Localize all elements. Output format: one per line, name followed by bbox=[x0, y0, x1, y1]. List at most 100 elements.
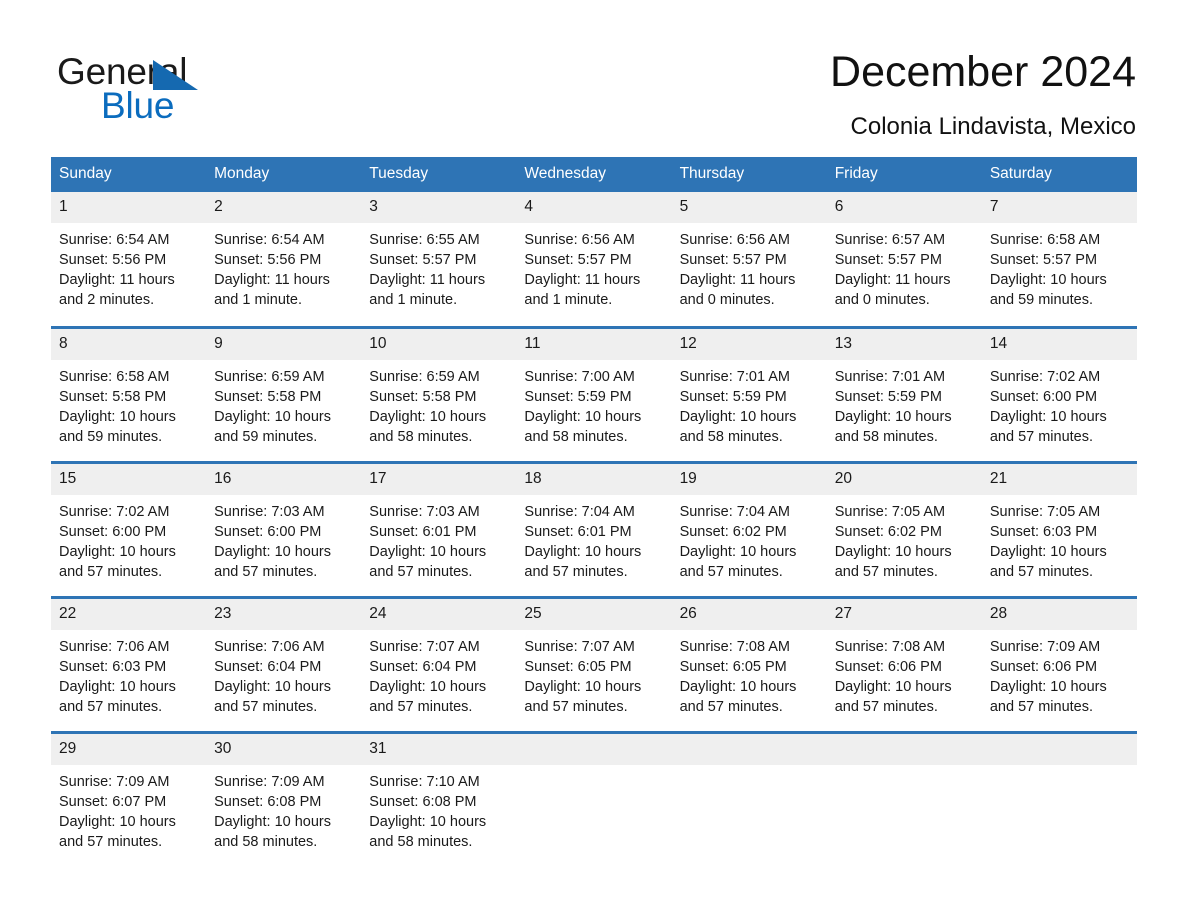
day-number: 31 bbox=[361, 733, 517, 765]
calendar-day-cell[interactable]: 3 Sunrise: 6:55 AM Sunset: 5:57 PM Daylight… bbox=[361, 192, 517, 327]
calendar-day-cell[interactable]: 24 Sunrise: 7:07 AM Sunset: 6:04 PM Dayligh… bbox=[361, 595, 517, 732]
sunrise-time: Sunrise: 7:09 AM bbox=[989, 638, 1101, 655]
sunrise-time: Sunrise: 7:04 AM bbox=[524, 503, 635, 520]
calendar-day-cell-empty bbox=[981, 730, 1137, 867]
calendar-day-cell[interactable]: 22 Sunrise: 7:06 AM Sunset: 6:03 PM Dayligh… bbox=[51, 595, 207, 732]
daylight-duration-line-1: Daylight: 11 hours bbox=[834, 272, 951, 288]
calendar-day-cell[interactable]: 14 Sunrise: 7:02 AM Sunset: 6:00 PM Dayligh… bbox=[981, 325, 1137, 462]
daylight-duration-line-2: and 0 minutes. bbox=[834, 292, 930, 308]
daylight-duration-line-2: and 57 minutes. bbox=[989, 563, 1094, 580]
daylight-duration-line-1: Daylight: 10 hours bbox=[834, 408, 952, 425]
daylight-duration-line-2: and 57 minutes. bbox=[524, 698, 628, 715]
calendar-day-cell-empty bbox=[671, 730, 827, 867]
calendar-day-cell[interactable]: 19 Sunrise: 7:04 AM Sunset: 6:02 PM Dayligh… bbox=[671, 460, 827, 597]
daylight-duration-line-1: Daylight: 10 hours bbox=[679, 678, 797, 695]
sunrise-time: Sunrise: 6:57 AM bbox=[834, 232, 946, 248]
daylight-duration-line-1: Daylight: 10 hours bbox=[679, 543, 797, 560]
calendar-day-cell[interactable]: 31 Sunrise: 7:10 AM Sunset: 6:08 PM Dayligh… bbox=[361, 730, 517, 867]
daylight-duration-line-1: Daylight: 11 hours bbox=[524, 272, 641, 288]
daylight-duration-line-1: Daylight: 10 hours bbox=[524, 408, 642, 425]
day-number: 30 bbox=[206, 733, 362, 765]
daylight-duration-line-2: and 58 minutes. bbox=[524, 428, 628, 445]
sunrise-time: Sunrise: 7:07 AM bbox=[369, 638, 480, 655]
daylight-duration-line-2: and 58 minutes. bbox=[834, 428, 938, 445]
sunset-time: Sunset: 6:00 PM bbox=[59, 523, 167, 540]
calendar-day-cell[interactable]: 7 Sunrise: 6:58 AM Sunset: 5:57 PM Daylight… bbox=[981, 192, 1137, 327]
calendar-day-cell[interactable]: 15 Sunrise: 7:02 AM Sunset: 6:00 PM Dayligh… bbox=[51, 460, 207, 597]
sunset-time: Sunset: 6:00 PM bbox=[214, 523, 322, 540]
sunrise-time: Sunrise: 6:58 AM bbox=[989, 232, 1101, 248]
day-details: Sunrise: 6:59 AM Sunset: 5:58 PM Daylight:… bbox=[361, 360, 516, 447]
calendar-week-row: 29 Sunrise: 7:09 AM Sunset: 6:07 PM Dayligh… bbox=[51, 730, 1137, 867]
sunrise-time: Sunrise: 7:06 AM bbox=[59, 638, 170, 655]
calendar-day-cell[interactable]: 29 Sunrise: 7:09 AM Sunset: 6:07 PM Dayligh… bbox=[51, 730, 207, 867]
calendar-day-cell[interactable]: 6 Sunrise: 6:57 AM Sunset: 5:57 PM Daylight… bbox=[826, 192, 982, 327]
day-details: Sunrise: 6:56 AM Sunset: 5:57 PM Daylight:… bbox=[516, 223, 671, 310]
day-details: Sunrise: 7:10 AM Sunset: 6:08 PM Daylight:… bbox=[361, 765, 516, 852]
day-details: Sunrise: 6:54 AM Sunset: 5:56 PM Daylight:… bbox=[51, 223, 206, 310]
daylight-duration-line-1: Daylight: 11 hours bbox=[679, 272, 796, 288]
calendar-day-cell[interactable]: 18 Sunrise: 7:04 AM Sunset: 6:01 PM Dayligh… bbox=[516, 460, 672, 597]
sunset-time: Sunset: 6:05 PM bbox=[679, 658, 787, 675]
calendar-day-cell[interactable]: 10 Sunrise: 6:59 AM Sunset: 5:58 PM Dayligh… bbox=[361, 325, 517, 462]
sunset-time: Sunset: 6:02 PM bbox=[834, 523, 942, 540]
calendar-day-cell-empty bbox=[826, 730, 982, 867]
day-number: 15 bbox=[51, 463, 207, 495]
day-details: Sunrise: 7:01 AM Sunset: 5:59 PM Daylight:… bbox=[672, 360, 827, 447]
day-details: Sunrise: 6:58 AM Sunset: 5:58 PM Daylight:… bbox=[51, 360, 206, 447]
calendar-day-cell[interactable]: 8 Sunrise: 6:58 AM Sunset: 5:58 PM Daylight… bbox=[51, 325, 207, 462]
daylight-duration-line-1: Daylight: 10 hours bbox=[59, 813, 176, 830]
daylight-duration-line-1: Daylight: 11 hours bbox=[369, 272, 486, 288]
calendar-day-cell[interactable]: 28 Sunrise: 7:09 AM Sunset: 6:06 PM Dayligh… bbox=[981, 595, 1137, 732]
calendar-day-cell[interactable]: 12 Sunrise: 7:01 AM Sunset: 5:59 PM Dayligh… bbox=[671, 325, 827, 462]
day-details: Sunrise: 6:57 AM Sunset: 5:57 PM Daylight:… bbox=[827, 223, 982, 310]
daylight-duration-line-1: Daylight: 10 hours bbox=[369, 408, 487, 425]
daylight-duration-line-2: and 59 minutes. bbox=[214, 428, 318, 445]
calendar-day-cell[interactable]: 30 Sunrise: 7:09 AM Sunset: 6:08 PM Dayligh… bbox=[206, 730, 362, 867]
day-number: 2 bbox=[206, 192, 362, 223]
daylight-duration-line-1: Daylight: 10 hours bbox=[59, 543, 176, 560]
sunset-time: Sunset: 6:05 PM bbox=[524, 658, 632, 675]
day-number: 1 bbox=[51, 192, 207, 223]
calendar-day-cell[interactable]: 26 Sunrise: 7:08 AM Sunset: 6:05 PM Dayligh… bbox=[671, 595, 827, 732]
sunset-time: Sunset: 5:58 PM bbox=[369, 388, 477, 405]
calendar-day-cell[interactable]: 2 Sunrise: 6:54 AM Sunset: 5:56 PM Daylight… bbox=[206, 192, 362, 327]
sunrise-time: Sunrise: 6:54 AM bbox=[59, 232, 170, 248]
sunrise-time: Sunrise: 7:01 AM bbox=[834, 368, 946, 385]
calendar-day-cell[interactable]: 5 Sunrise: 6:56 AM Sunset: 5:57 PM Daylight… bbox=[671, 192, 827, 327]
calendar-day-cell[interactable]: 20 Sunrise: 7:05 AM Sunset: 6:02 PM Dayligh… bbox=[826, 460, 982, 597]
calendar-day-cell[interactable]: 9 Sunrise: 6:59 AM Sunset: 5:58 PM Daylight… bbox=[206, 325, 362, 462]
weekday-header-sunday: Sunday bbox=[51, 157, 207, 192]
calendar-day-cell[interactable]: 25 Sunrise: 7:07 AM Sunset: 6:05 PM Dayligh… bbox=[516, 595, 672, 732]
day-number: 14 bbox=[981, 328, 1137, 360]
day-number: 10 bbox=[361, 328, 517, 360]
calendar-day-cell[interactable]: 11 Sunrise: 7:00 AM Sunset: 5:59 PM Dayligh… bbox=[516, 325, 672, 462]
calendar-day-cell[interactable]: 27 Sunrise: 7:08 AM Sunset: 6:06 PM Dayligh… bbox=[826, 595, 982, 732]
general-blue-logo[interactable]: General Blue bbox=[57, 52, 317, 128]
daylight-duration-line-2: and 57 minutes. bbox=[834, 563, 938, 580]
weekday-header-thursday: Thursday bbox=[671, 157, 827, 192]
day-number: 9 bbox=[206, 328, 362, 360]
day-number bbox=[826, 733, 982, 765]
calendar-day-cell[interactable]: 17 Sunrise: 7:03 AM Sunset: 6:01 PM Dayligh… bbox=[361, 460, 517, 597]
calendar-day-cell[interactable]: 16 Sunrise: 7:03 AM Sunset: 6:00 PM Dayligh… bbox=[206, 460, 362, 597]
calendar-day-cell[interactable]: 21 Sunrise: 7:05 AM Sunset: 6:03 PM Dayligh… bbox=[981, 460, 1137, 597]
day-number bbox=[516, 733, 672, 765]
sunset-time: Sunset: 6:01 PM bbox=[524, 523, 632, 540]
daylight-duration-line-1: Daylight: 10 hours bbox=[834, 678, 952, 695]
sunrise-time: Sunrise: 6:56 AM bbox=[679, 232, 790, 248]
calendar-day-cell[interactable]: 13 Sunrise: 7:01 AM Sunset: 5:59 PM Dayligh… bbox=[826, 325, 982, 462]
day-details: Sunrise: 7:09 AM Sunset: 6:07 PM Daylight:… bbox=[51, 765, 206, 852]
calendar-day-cell[interactable]: 1 Sunrise: 6:54 AM Sunset: 5:56 PM Daylight… bbox=[51, 192, 207, 327]
sunrise-time: Sunrise: 7:09 AM bbox=[59, 773, 170, 790]
sunrise-time: Sunrise: 7:08 AM bbox=[679, 638, 790, 655]
calendar-day-cell[interactable]: 4 Sunrise: 6:56 AM Sunset: 5:57 PM Daylight… bbox=[516, 192, 672, 327]
daylight-duration-line-1: Daylight: 10 hours bbox=[59, 408, 176, 425]
daylight-duration-line-2: and 2 minutes. bbox=[59, 292, 155, 308]
day-number: 26 bbox=[671, 598, 827, 630]
weekday-header-saturday: Saturday bbox=[981, 157, 1137, 192]
sunrise-time: Sunrise: 7:04 AM bbox=[679, 503, 790, 520]
calendar-day-cell[interactable]: 23 Sunrise: 7:06 AM Sunset: 6:04 PM Dayligh… bbox=[206, 595, 362, 732]
sunrise-time: Sunrise: 7:02 AM bbox=[989, 368, 1101, 385]
day-details: Sunrise: 7:08 AM Sunset: 6:06 PM Daylight:… bbox=[827, 630, 982, 717]
